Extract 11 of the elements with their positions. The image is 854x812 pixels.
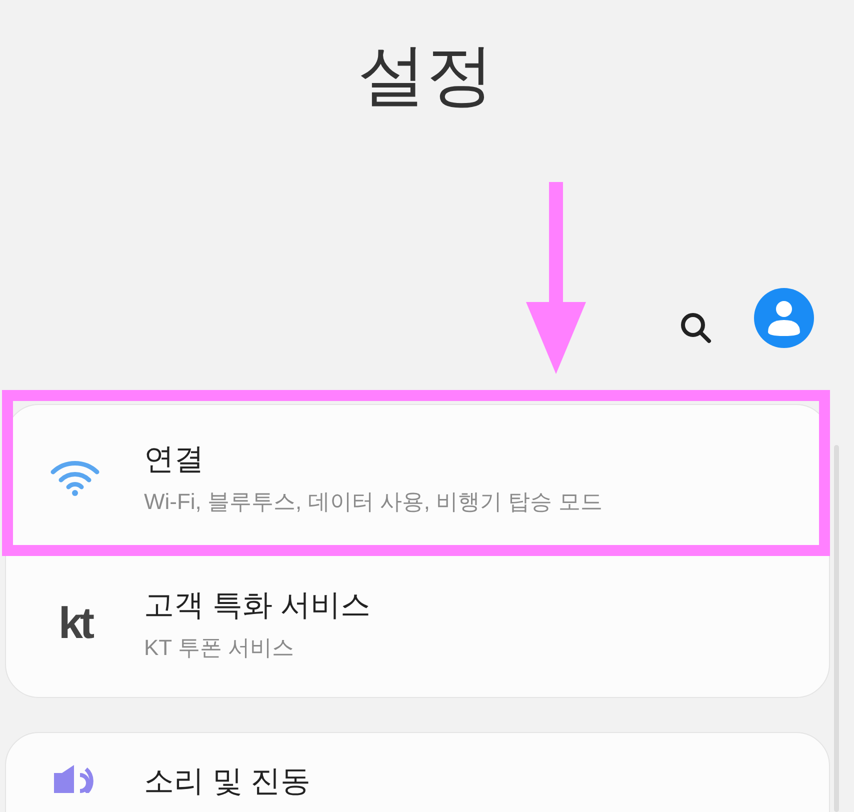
wifi-icon: [50, 460, 100, 496]
page-title: 설정: [358, 36, 495, 115]
item-subtitle: Wi-Fi, 블루투스, 데이터 사용, 비행기 탑승 모드: [144, 488, 602, 516]
item-title: 소리 및 진동: [144, 764, 311, 800]
settings-item[interactable]: 연결 Wi-Fi, 블루투스, 데이터 사용, 비행기 탑승 모드: [6, 405, 829, 551]
item-title: 고객 특화 서비스: [144, 588, 371, 624]
item-subtitle: KT 투폰 서비스: [144, 634, 295, 662]
item-title: 연결: [144, 442, 205, 478]
settings-item[interactable]: 소리 및 진동: [6, 733, 829, 812]
kt-logo: kt: [58, 602, 92, 646]
settings-item[interactable]: kt 고객 특화 서비스 KT 투폰 서비스: [6, 551, 829, 697]
